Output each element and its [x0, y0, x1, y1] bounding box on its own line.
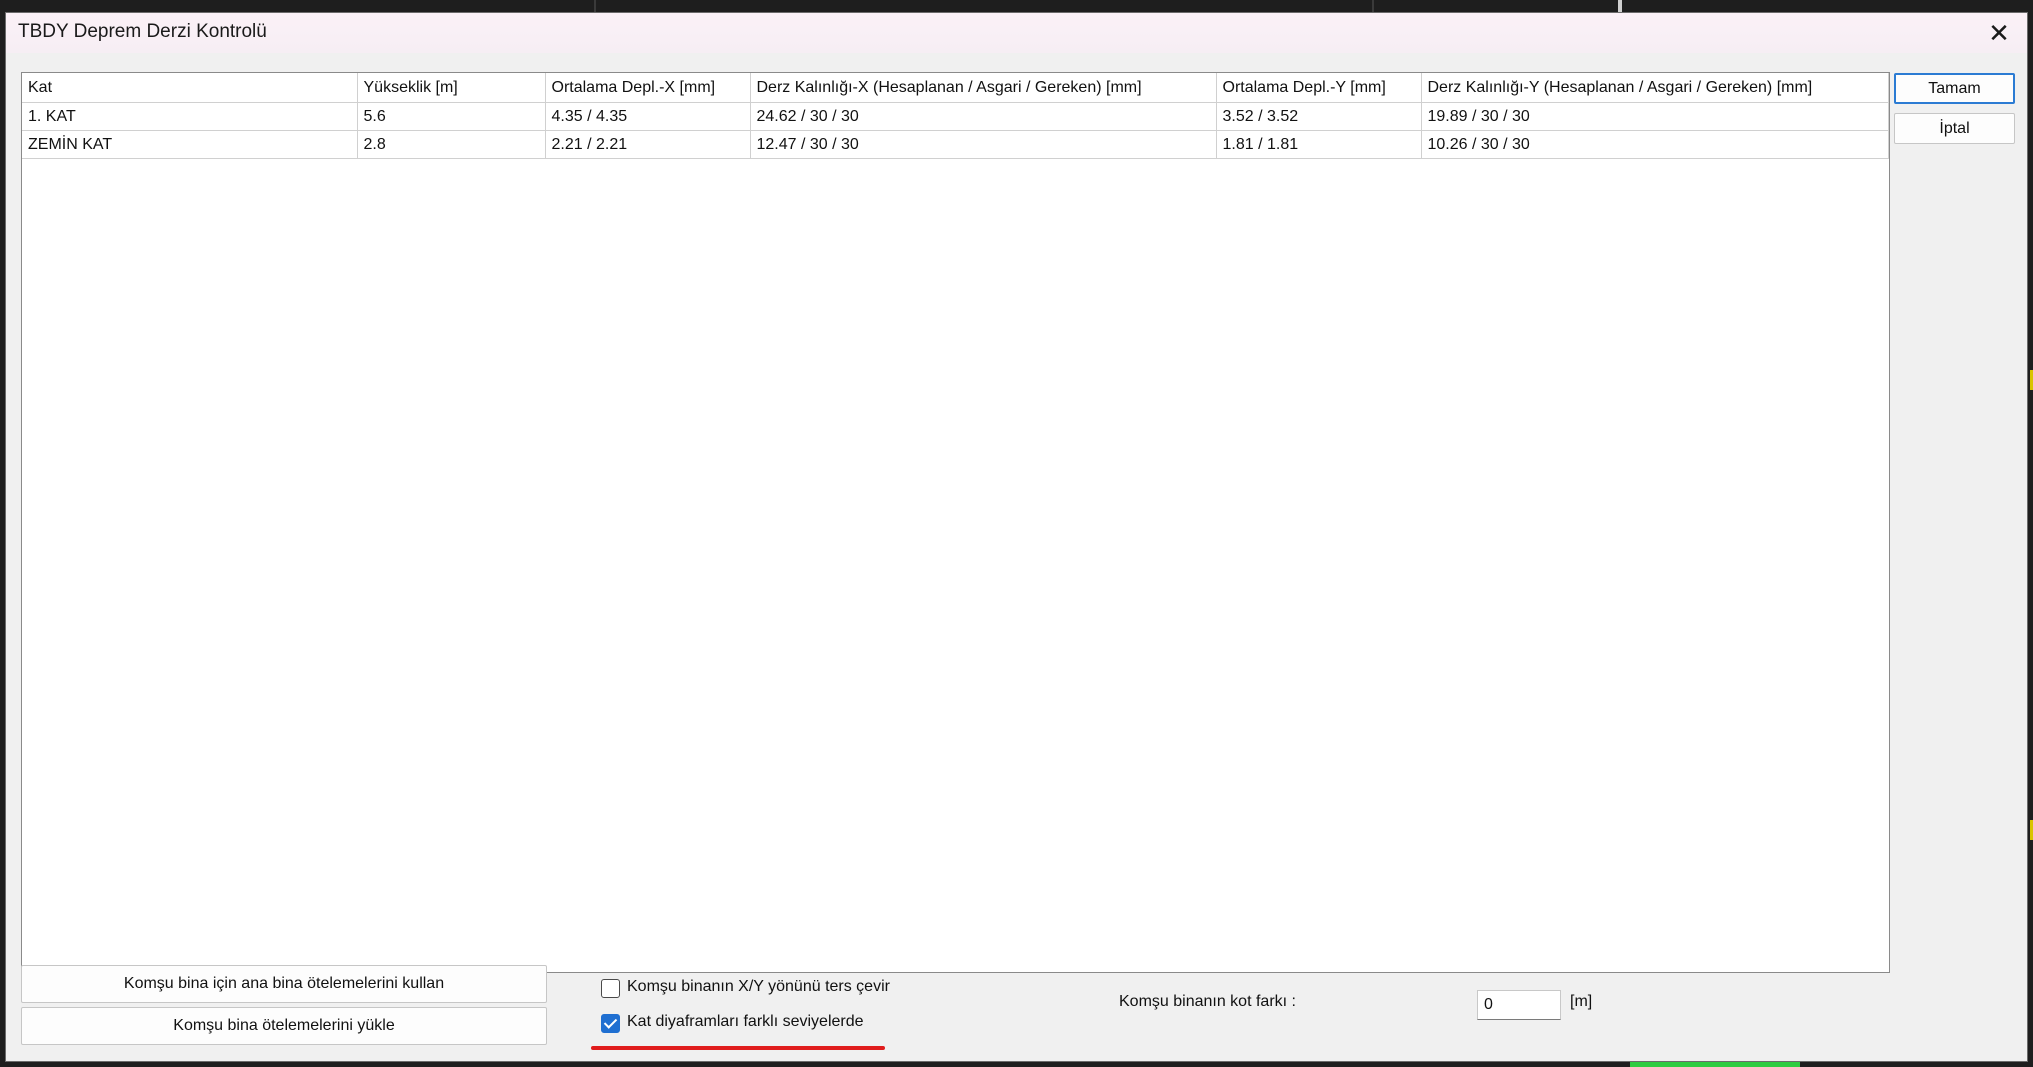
column-header-yukseklik[interactable]: Yükseklik [m]: [357, 73, 546, 103]
column-header-derz-y[interactable]: Derz Kalınlığı-Y (Hesaplanan / Asgari / …: [1421, 73, 1889, 103]
cell-yukseklik[interactable]: 5.6: [357, 102, 546, 131]
background-line: [1372, 0, 1374, 12]
cell-depl-y[interactable]: 1.81 / 1.81: [1216, 130, 1422, 159]
elevation-difference-label: Komşu binanın kot farkı :: [1119, 993, 1296, 1010]
cell-derz-y[interactable]: 19.89 / 30 / 30: [1421, 102, 1889, 131]
column-header-depl-x[interactable]: Ortalama Depl.-X [mm]: [545, 73, 751, 103]
load-neighbor-displacements-button[interactable]: Komşu bina ötelemelerini yükle: [21, 1007, 547, 1045]
cell-depl-y[interactable]: 3.52 / 3.52: [1216, 102, 1422, 131]
column-header-derz-x[interactable]: Derz Kalınlığı-X (Hesaplanan / Asgari / …: [750, 73, 1217, 103]
table-row[interactable]: 1. KAT 5.6 4.35 / 4.35 24.62 / 30 / 30 3…: [22, 102, 1889, 131]
cell-derz-x[interactable]: 24.62 / 30 / 30: [750, 102, 1217, 131]
dialog-title: TBDY Deprem Derzi Kontrolü: [18, 21, 267, 42]
cell-derz-y[interactable]: 10.26 / 30 / 30: [1421, 130, 1889, 159]
elevation-unit-label: [m]: [1570, 993, 1593, 1010]
cell-depl-x[interactable]: 4.35 / 4.35: [545, 102, 751, 131]
results-grid: Kat Yükseklik [m] Ortalama Depl.-X [mm] …: [21, 72, 1890, 973]
elevation-difference-input[interactable]: [1477, 990, 1561, 1020]
cell-kat[interactable]: ZEMİN KAT: [22, 130, 358, 159]
close-icon[interactable]: ✕: [1981, 17, 2017, 49]
cell-yukseklik[interactable]: 2.8: [357, 130, 546, 159]
results-table: Kat Yükseklik [m] Ortalama Depl.-X [mm] …: [22, 73, 1889, 159]
reverse-xy-checkbox[interactable]: [601, 979, 620, 998]
table-header-row: Kat Yükseklik [m] Ortalama Depl.-X [mm] …: [22, 73, 1889, 103]
background-highlight: [1630, 1062, 1800, 1067]
reverse-xy-label: Komşu binanın X/Y yönünü ters çevir: [627, 978, 890, 995]
highlight-underline: [591, 1046, 885, 1050]
diaphragm-levels-checkbox[interactable]: [601, 1014, 620, 1033]
title-bar: TBDY Deprem Derzi Kontrolü ✕: [6, 13, 2027, 53]
use-main-building-displacements-button[interactable]: Komşu bina için ana bina ötelemelerini k…: [21, 965, 547, 1003]
background-line: [594, 0, 596, 12]
diaphragm-levels-label: Kat diyaframları farklı seviyelerde: [627, 1013, 864, 1030]
cell-kat[interactable]: 1. KAT: [22, 102, 358, 131]
cell-depl-x[interactable]: 2.21 / 2.21: [545, 130, 751, 159]
diaphragm-levels-option[interactable]: Kat diyaframları farklı seviyelerde: [601, 1013, 921, 1035]
background-line: [1618, 0, 1622, 12]
table-row[interactable]: ZEMİN KAT 2.8 2.21 / 2.21 12.47 / 30 / 3…: [22, 130, 1889, 159]
column-header-depl-y[interactable]: Ortalama Depl.-Y [mm]: [1216, 73, 1422, 103]
reverse-xy-option[interactable]: Komşu binanın X/Y yönünü ters çevir: [601, 978, 921, 1000]
ok-button[interactable]: Tamam: [1894, 73, 2015, 104]
column-header-kat[interactable]: Kat: [22, 73, 358, 103]
cell-derz-x[interactable]: 12.47 / 30 / 30: [750, 130, 1217, 159]
derz-kontrol-dialog: TBDY Deprem Derzi Kontrolü ✕ Kat Yüksekl…: [5, 12, 2028, 1062]
cancel-button[interactable]: İptal: [1894, 113, 2015, 144]
